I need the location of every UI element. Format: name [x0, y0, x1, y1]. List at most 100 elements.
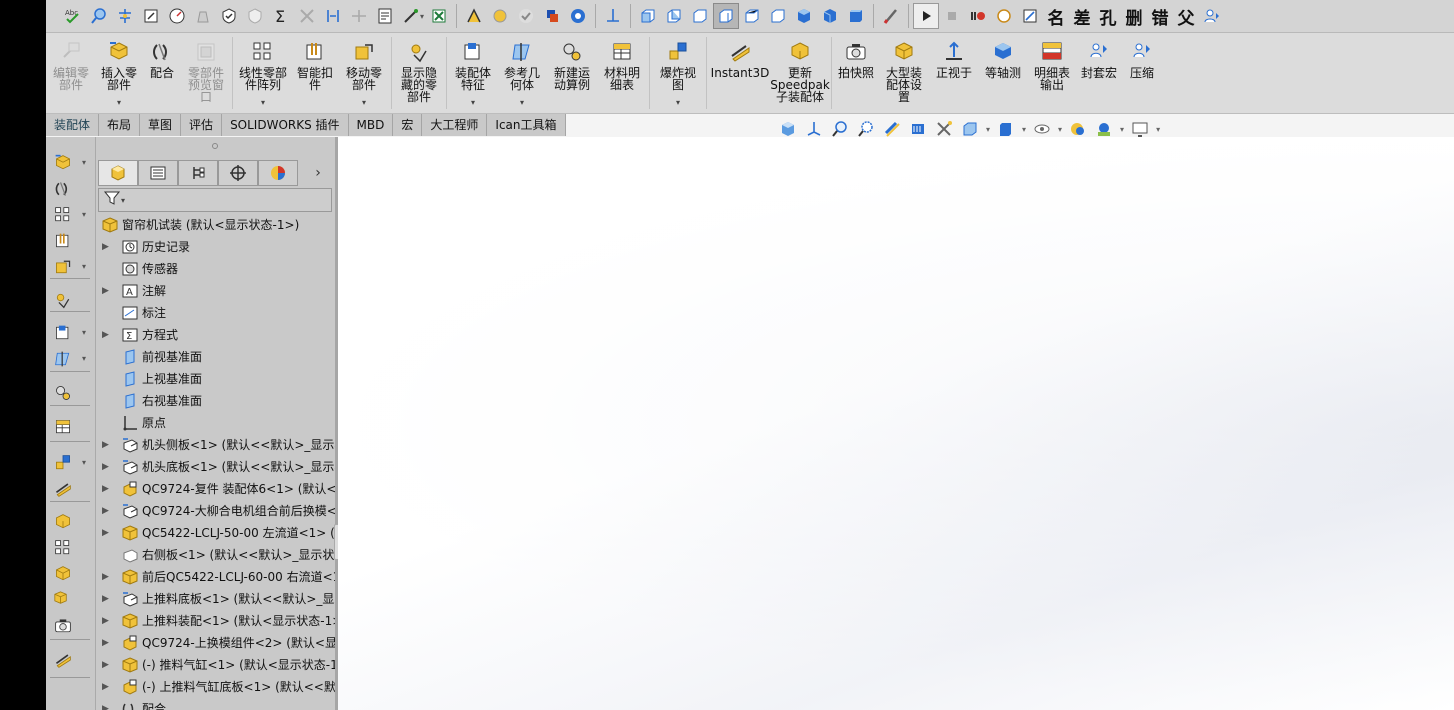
expand-arrow-icon[interactable]: ▶	[102, 698, 109, 710]
chevron-down-icon[interactable]: ▾	[261, 97, 265, 109]
tree-item[interactable]: ▶ QC5422-LCLJ-50-00 左流道<1> (默	[96, 522, 338, 544]
view-back-icon[interactable]	[661, 3, 687, 29]
chevron-down-icon[interactable]: ▾	[676, 97, 680, 109]
panel-grip-icon[interactable]	[212, 143, 218, 149]
tree-item[interactable]: ▶ QC9724-大柳合电机组合前后换模<	[96, 500, 338, 522]
chevron-down-icon[interactable]: ▾	[121, 196, 125, 205]
tree-item[interactable]: 标注	[96, 302, 338, 324]
tree-item[interactable]: 前视基准面	[96, 346, 338, 368]
view-right-icon[interactable]	[713, 3, 740, 29]
chevron-down-icon[interactable]: ▾	[362, 97, 366, 109]
coordinate-axis-icon[interactable]	[600, 3, 626, 29]
tab-8[interactable]: Ican工具箱	[487, 114, 566, 136]
tab-property-manager[interactable]	[138, 160, 178, 186]
macro-button-2[interactable]: 差	[1069, 4, 1095, 29]
tab-0[interactable]: 装配体	[46, 114, 100, 136]
assembly-icon[interactable]	[52, 589, 74, 611]
isometric-button[interactable]: 等轴测	[978, 33, 1028, 113]
smart-fastener-button[interactable]: 智能扣 件	[291, 33, 339, 113]
instant3d-icon[interactable]	[52, 649, 74, 671]
color-swatch-icon[interactable]	[539, 3, 565, 29]
tree-item[interactable]: ▶ 前后QC5422-LCLJ-60-00 右流道<1	[96, 566, 338, 588]
show-hidden-button[interactable]: 显示隐 藏的零 部件	[394, 33, 444, 113]
macro-button-3[interactable]: 孔	[1095, 4, 1121, 29]
interference-icon[interactable]	[294, 3, 320, 29]
expand-arrow-icon[interactable]: ▶	[102, 280, 109, 302]
chevron-down-icon[interactable]: ▾	[1058, 125, 1062, 134]
chevron-down-icon[interactable]: ▾	[471, 97, 475, 109]
tab-4[interactable]: SOLIDWORKS 插件	[222, 114, 349, 136]
bom-button[interactable]: 材料明 细表	[597, 33, 647, 113]
assembly-feature-button[interactable]: 装配体 特征 ▾	[449, 33, 497, 113]
view-bottom-icon[interactable]	[765, 3, 791, 29]
large-assembly-icon[interactable]	[52, 563, 74, 585]
check-shield-icon[interactable]	[216, 3, 242, 29]
tree-root[interactable]: 窗帘机试装 (默认<显示状态-1>)	[96, 214, 338, 236]
move-component-button[interactable]: 移动零 部件 ▾	[339, 33, 389, 113]
wand-icon[interactable]	[398, 3, 424, 29]
motion-study-icon[interactable]	[52, 382, 74, 404]
spell-check-icon[interactable]: Abc	[60, 3, 86, 29]
tab-7[interactable]: 大工程师	[422, 114, 488, 136]
stop-macro-icon[interactable]	[939, 3, 965, 29]
expand-arrow-icon[interactable]: ▶	[102, 456, 109, 478]
expand-arrow-icon[interactable]: ▶	[102, 632, 109, 654]
chevron-down-icon[interactable]: ▾	[82, 458, 86, 467]
tree-item[interactable]: 右侧板<1> (默认<<默认>_显示状态	[96, 544, 338, 566]
expand-arrow-icon[interactable]: ▶	[102, 434, 109, 456]
bom-icon[interactable]	[52, 416, 74, 438]
reference-geometry-button[interactable]: 参考几 何体 ▾	[497, 33, 547, 113]
speedpak-button[interactable]: 更新 Speedpak 子装配体	[770, 33, 830, 113]
envelope-macro-button[interactable]: 封套宏	[1076, 33, 1122, 113]
assembly-feature-icon[interactable]	[52, 322, 74, 344]
view-left-icon[interactable]	[687, 3, 713, 29]
chevron-down-icon[interactable]: ▾	[82, 328, 86, 337]
tab-2[interactable]: 草图	[140, 114, 182, 136]
gauge-icon[interactable]	[164, 3, 190, 29]
macro-button-6[interactable]: 父	[1173, 4, 1199, 29]
chevron-down-icon[interactable]: ▾	[1120, 125, 1124, 134]
expand-arrow-icon[interactable]: ▶	[102, 324, 109, 346]
mate-button[interactable]: 配合	[142, 33, 182, 113]
tree-item[interactable]: ▶ 机头侧板<1> (默认<<默认>_显示状	[96, 434, 338, 456]
brush-icon[interactable]	[878, 3, 904, 29]
user-macro-icon[interactable]	[1199, 3, 1225, 29]
tab-3[interactable]: 评估	[181, 114, 223, 136]
large-assembly-button[interactable]: 大型装 配体设 置	[878, 33, 930, 113]
chevron-down-icon[interactable]: ▾	[82, 262, 86, 271]
expand-arrow-icon[interactable]: ▶	[102, 566, 109, 588]
view-top-icon[interactable]	[739, 3, 765, 29]
view-front-icon[interactable]	[635, 3, 661, 29]
close-excel-icon[interactable]	[426, 3, 452, 29]
snapshot-button[interactable]: 拍快照	[834, 33, 878, 113]
mate-icon[interactable]	[52, 178, 74, 200]
macro-edit-icon[interactable]	[1017, 3, 1043, 29]
assembly-tool-icon[interactable]	[461, 3, 487, 29]
linear-pattern-icon[interactable]	[52, 537, 74, 559]
linear-pattern-button[interactable]: 线性零部 件阵列 ▾	[235, 33, 291, 113]
play-macro-icon[interactable]	[913, 3, 940, 29]
expand-arrow-icon[interactable]: ▶	[102, 654, 109, 676]
instant3d-button[interactable]: Instant3D	[709, 33, 771, 113]
chevron-down-icon[interactable]: ▾	[82, 210, 86, 219]
speedpak-icon[interactable]	[52, 511, 74, 533]
tab-6[interactable]: 宏	[393, 114, 423, 136]
macro-new-icon[interactable]	[991, 3, 1017, 29]
tree-item[interactable]: ▶ Σ 方程式	[96, 324, 338, 346]
expand-arrow-icon[interactable]: ▶	[102, 610, 109, 632]
insert-component-icon[interactable]	[52, 152, 74, 174]
mass-icon[interactable]	[190, 3, 216, 29]
verify-icon[interactable]	[513, 3, 539, 29]
tree-tool-icon[interactable]	[112, 3, 138, 29]
globe-icon[interactable]	[565, 3, 591, 29]
view-trimetric-icon[interactable]	[817, 3, 843, 29]
tree-item[interactable]: ▶ 上推料装配<1> (默认<显示状态-1>	[96, 610, 338, 632]
macro-button-4[interactable]: 删	[1121, 4, 1147, 29]
expand-arrow-icon[interactable]: ▶	[102, 522, 109, 544]
tree-item[interactable]: ▶ 机头底板<1> (默认<<默认>_显示状	[96, 456, 338, 478]
tree-item[interactable]: ▶ QC9724-复件 装配体6<1> (默认<显	[96, 478, 338, 500]
view-dimetric-icon[interactable]	[843, 3, 869, 29]
normal-to-button[interactable]: 正视于	[930, 33, 978, 113]
insert-component-button[interactable]: 插入零 部件 ▾	[96, 33, 142, 113]
tree-item[interactable]: 原点	[96, 412, 338, 434]
